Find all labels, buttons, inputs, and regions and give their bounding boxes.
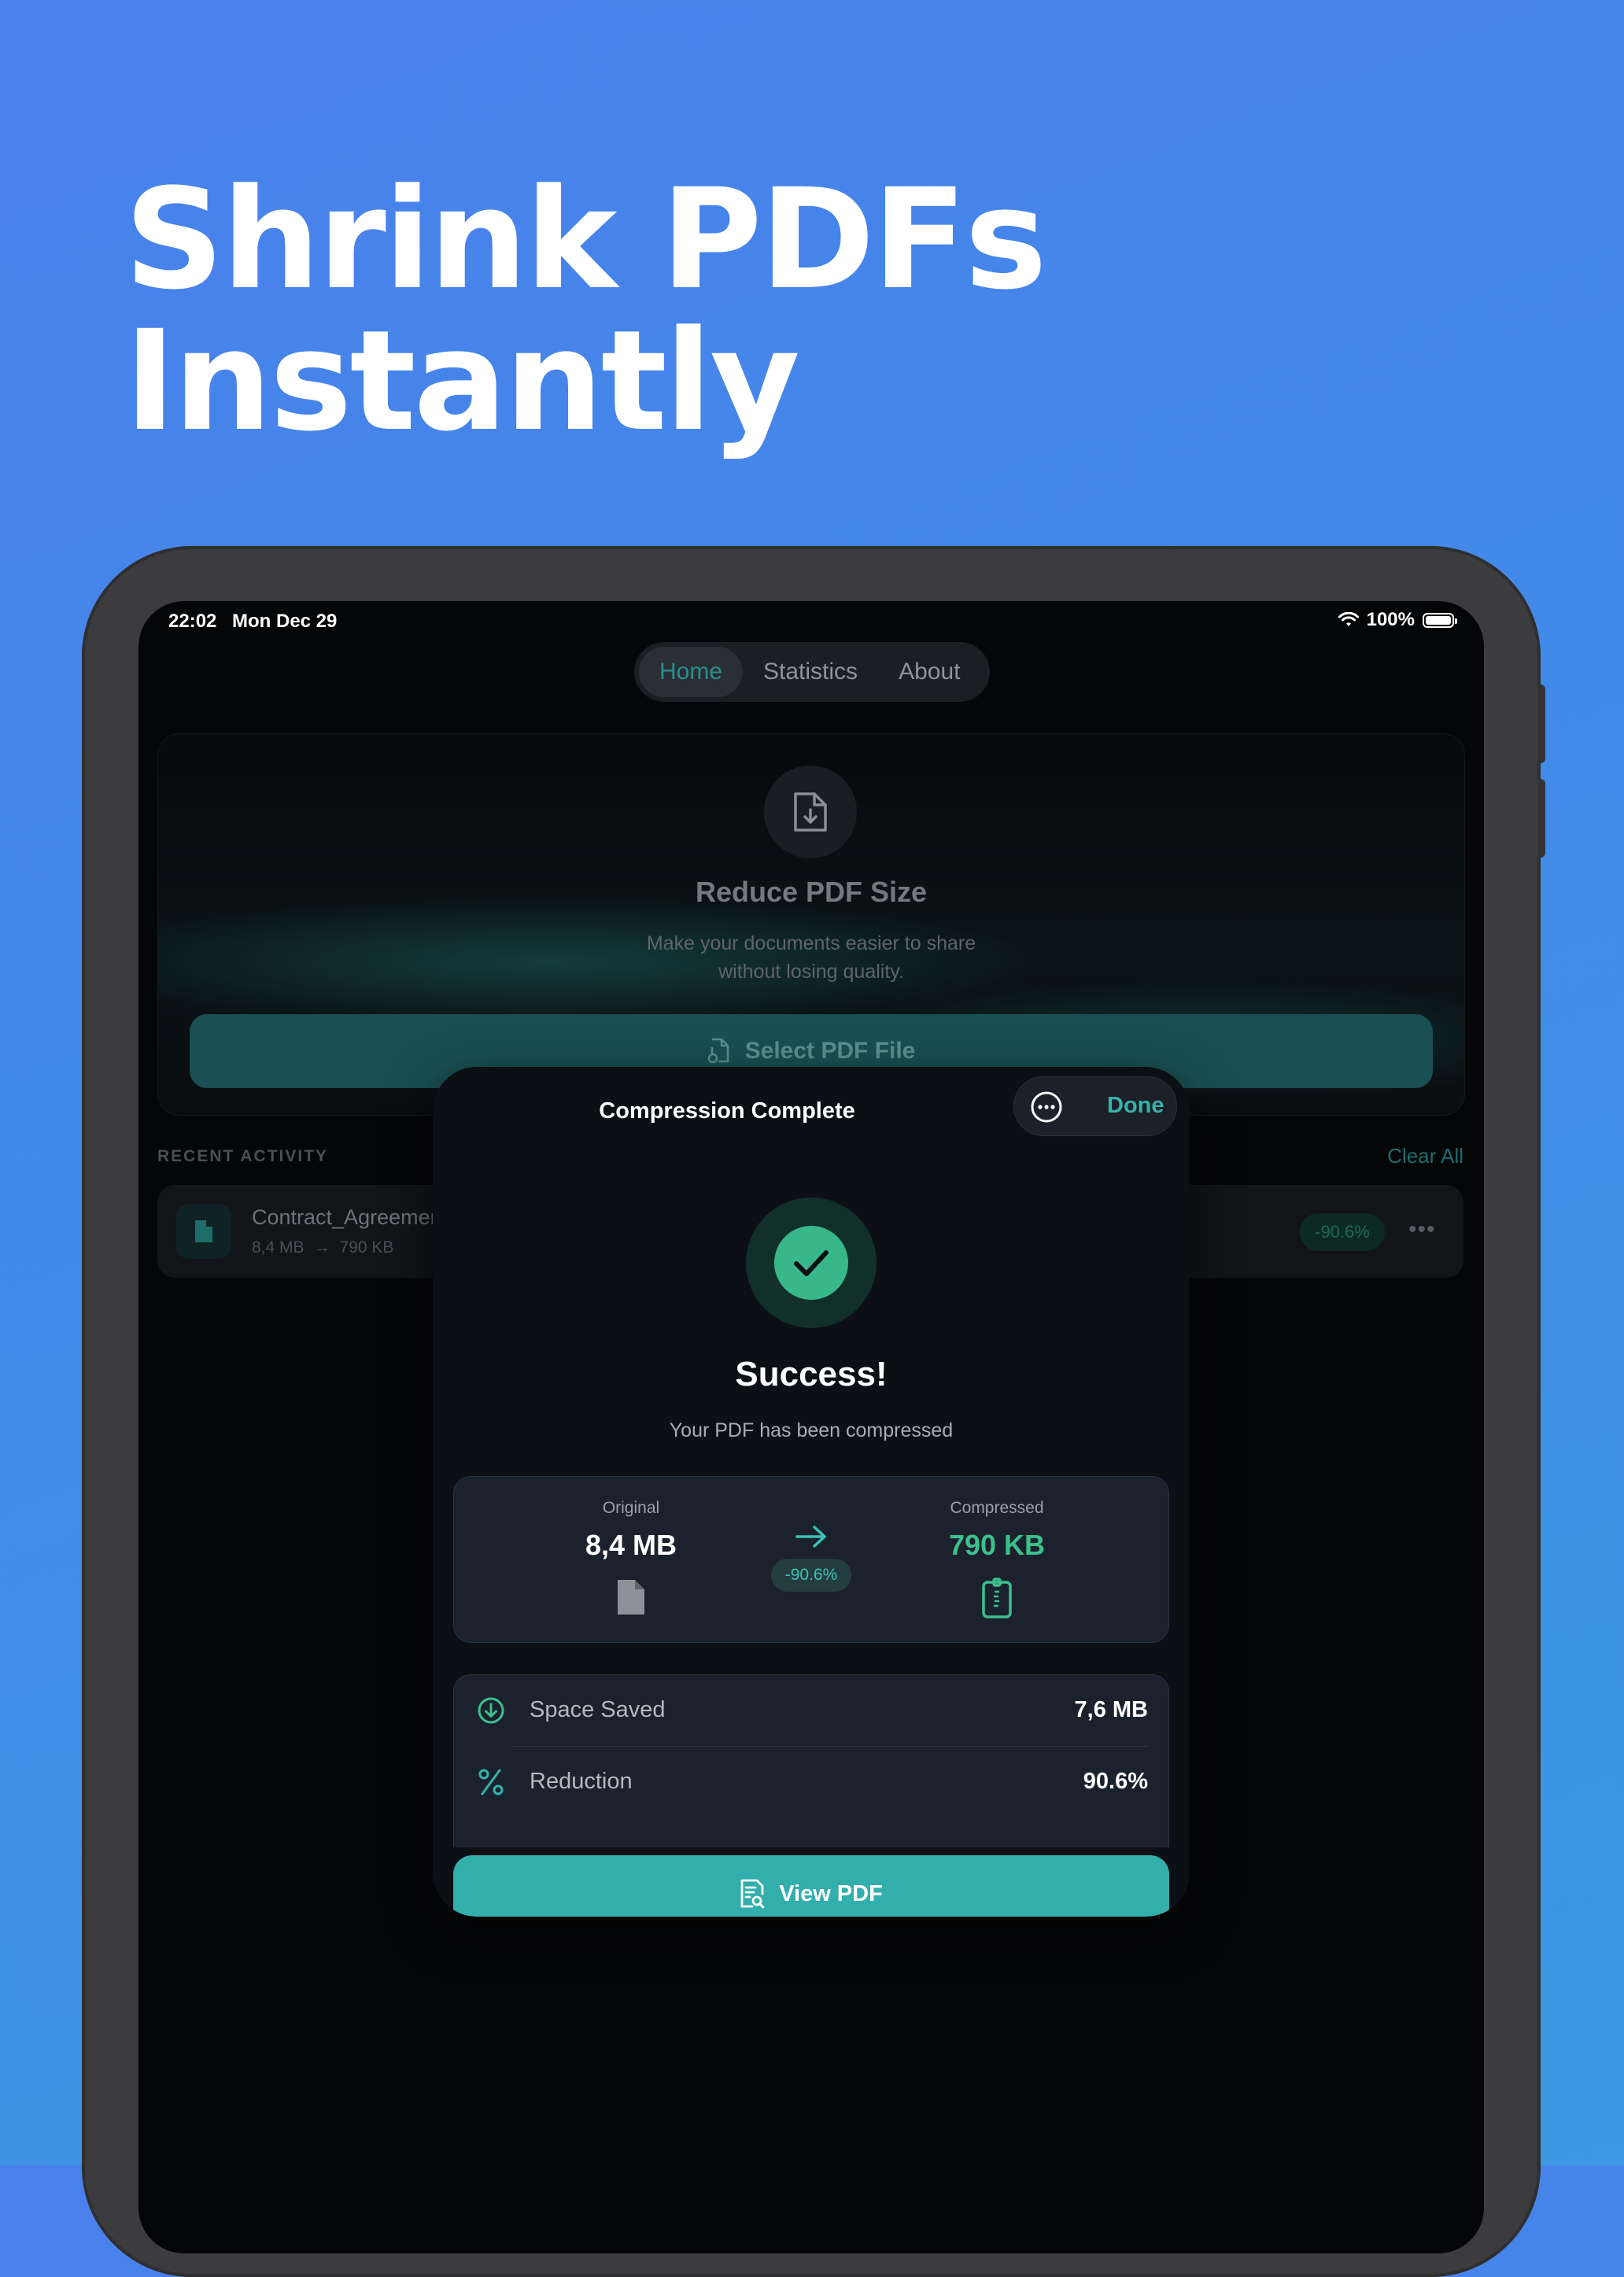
tablet-screen: 22:02 Mon Dec 29 100% Home Statistics Ab… (138, 601, 1484, 2253)
sheet-title: Compression Complete (599, 1098, 855, 1124)
battery-percent: 100% (1366, 609, 1415, 630)
select-pdf-label: Select PDF File (744, 1038, 916, 1064)
zipped-file-icon (910, 1578, 1083, 1620)
more-options-icon[interactable]: ••• (1408, 1216, 1436, 1243)
hero-subtitle-line-2: without losing quality. (718, 961, 904, 983)
arrow-right-icon (795, 1526, 826, 1548)
recent-original-size: 8,4 MB (252, 1238, 304, 1257)
success-title: Success! (735, 1355, 888, 1393)
marketing-headline: Shrink PDFs Instantly (124, 159, 1047, 462)
file-icon (176, 1204, 231, 1259)
ellipsis-circle-icon[interactable] (1030, 1091, 1063, 1124)
tab-bar: Home Statistics About (634, 642, 990, 702)
status-right: 100% (1338, 609, 1457, 631)
volume-down-button (1537, 779, 1545, 858)
stat-value: 7,6 MB (1074, 1697, 1148, 1722)
stat-row-reduction: Reduction 90.6% (454, 1747, 1168, 1818)
recent-activity-heading: RECENT ACTIVITY (157, 1147, 329, 1165)
clear-all-button[interactable]: Clear All (1387, 1144, 1463, 1168)
hero-subtitle-line-1: Make your documents easier to share (646, 932, 976, 954)
stat-row-space-saved: Space Saved 7,6 MB (454, 1675, 1168, 1747)
battery-icon (1423, 612, 1457, 628)
document-icon (544, 1578, 718, 1617)
arrow-down-circle-icon (478, 1697, 504, 1724)
hero-title: Reduce PDF Size (695, 876, 928, 908)
recent-item-sizes: 8,4 MB → 790 KB (252, 1238, 393, 1257)
status-time: 22:02 (168, 611, 217, 632)
stat-value: 90.6% (1083, 1769, 1148, 1794)
original-size: 8,4 MB (585, 1529, 677, 1561)
headline-line-2: Instantly (124, 301, 800, 462)
success-subtitle: Your PDF has been compressed (669, 1419, 954, 1441)
stat-label: Space Saved (530, 1697, 666, 1722)
original-label: Original (602, 1499, 660, 1517)
recent-reduction-badge: -90.6% (1300, 1213, 1385, 1251)
stat-label: Reduction (530, 1769, 633, 1794)
reduction-badge: -90.6% (771, 1559, 851, 1592)
hero-card: Reduce PDF Size Make your documents easi… (157, 733, 1465, 1116)
status-bar: 22:02 Mon Dec 29 100% (138, 601, 1484, 645)
recent-compressed-size: 790 KB (339, 1238, 394, 1257)
document-search-icon (740, 1879, 765, 1909)
percent-icon (478, 1769, 504, 1795)
recent-item-name: Contract_Agreemen (252, 1205, 442, 1229)
tab-statistics[interactable]: Statistics (743, 647, 878, 697)
tab-home[interactable]: Home (639, 647, 744, 697)
view-pdf-label: View PDF (779, 1880, 883, 1906)
wifi-icon (1338, 612, 1359, 626)
checkmark-icon (774, 1226, 848, 1300)
status-date: Mon Dec 29 (232, 611, 338, 632)
headline-line-1: Shrink PDFs (124, 159, 1047, 320)
success-badge (746, 1198, 877, 1328)
volume-up-button (1537, 685, 1545, 763)
arrow-right-icon: → (313, 1238, 330, 1257)
compressed-label: Compressed (950, 1499, 1044, 1517)
compression-sheet: Compression Complete Done Success! Your … (433, 1067, 1190, 1917)
document-search-icon (707, 1038, 729, 1064)
stats-list: Space Saved 7,6 MB Reduction 90.6% (453, 1674, 1169, 1847)
done-button[interactable]: Done (1107, 1093, 1164, 1119)
compressed-size: 790 KB (948, 1529, 1046, 1561)
view-pdf-button[interactable]: View PDF (453, 1855, 1169, 1917)
document-download-icon (764, 766, 857, 858)
hero-subtitle: Make your documents easier to share with… (536, 929, 1087, 986)
sheet-actions: Done (1013, 1076, 1177, 1136)
tab-about[interactable]: About (878, 647, 980, 697)
size-comparison-card: Original 8,4 MB -90.6% Compressed 790 KB (453, 1476, 1169, 1643)
